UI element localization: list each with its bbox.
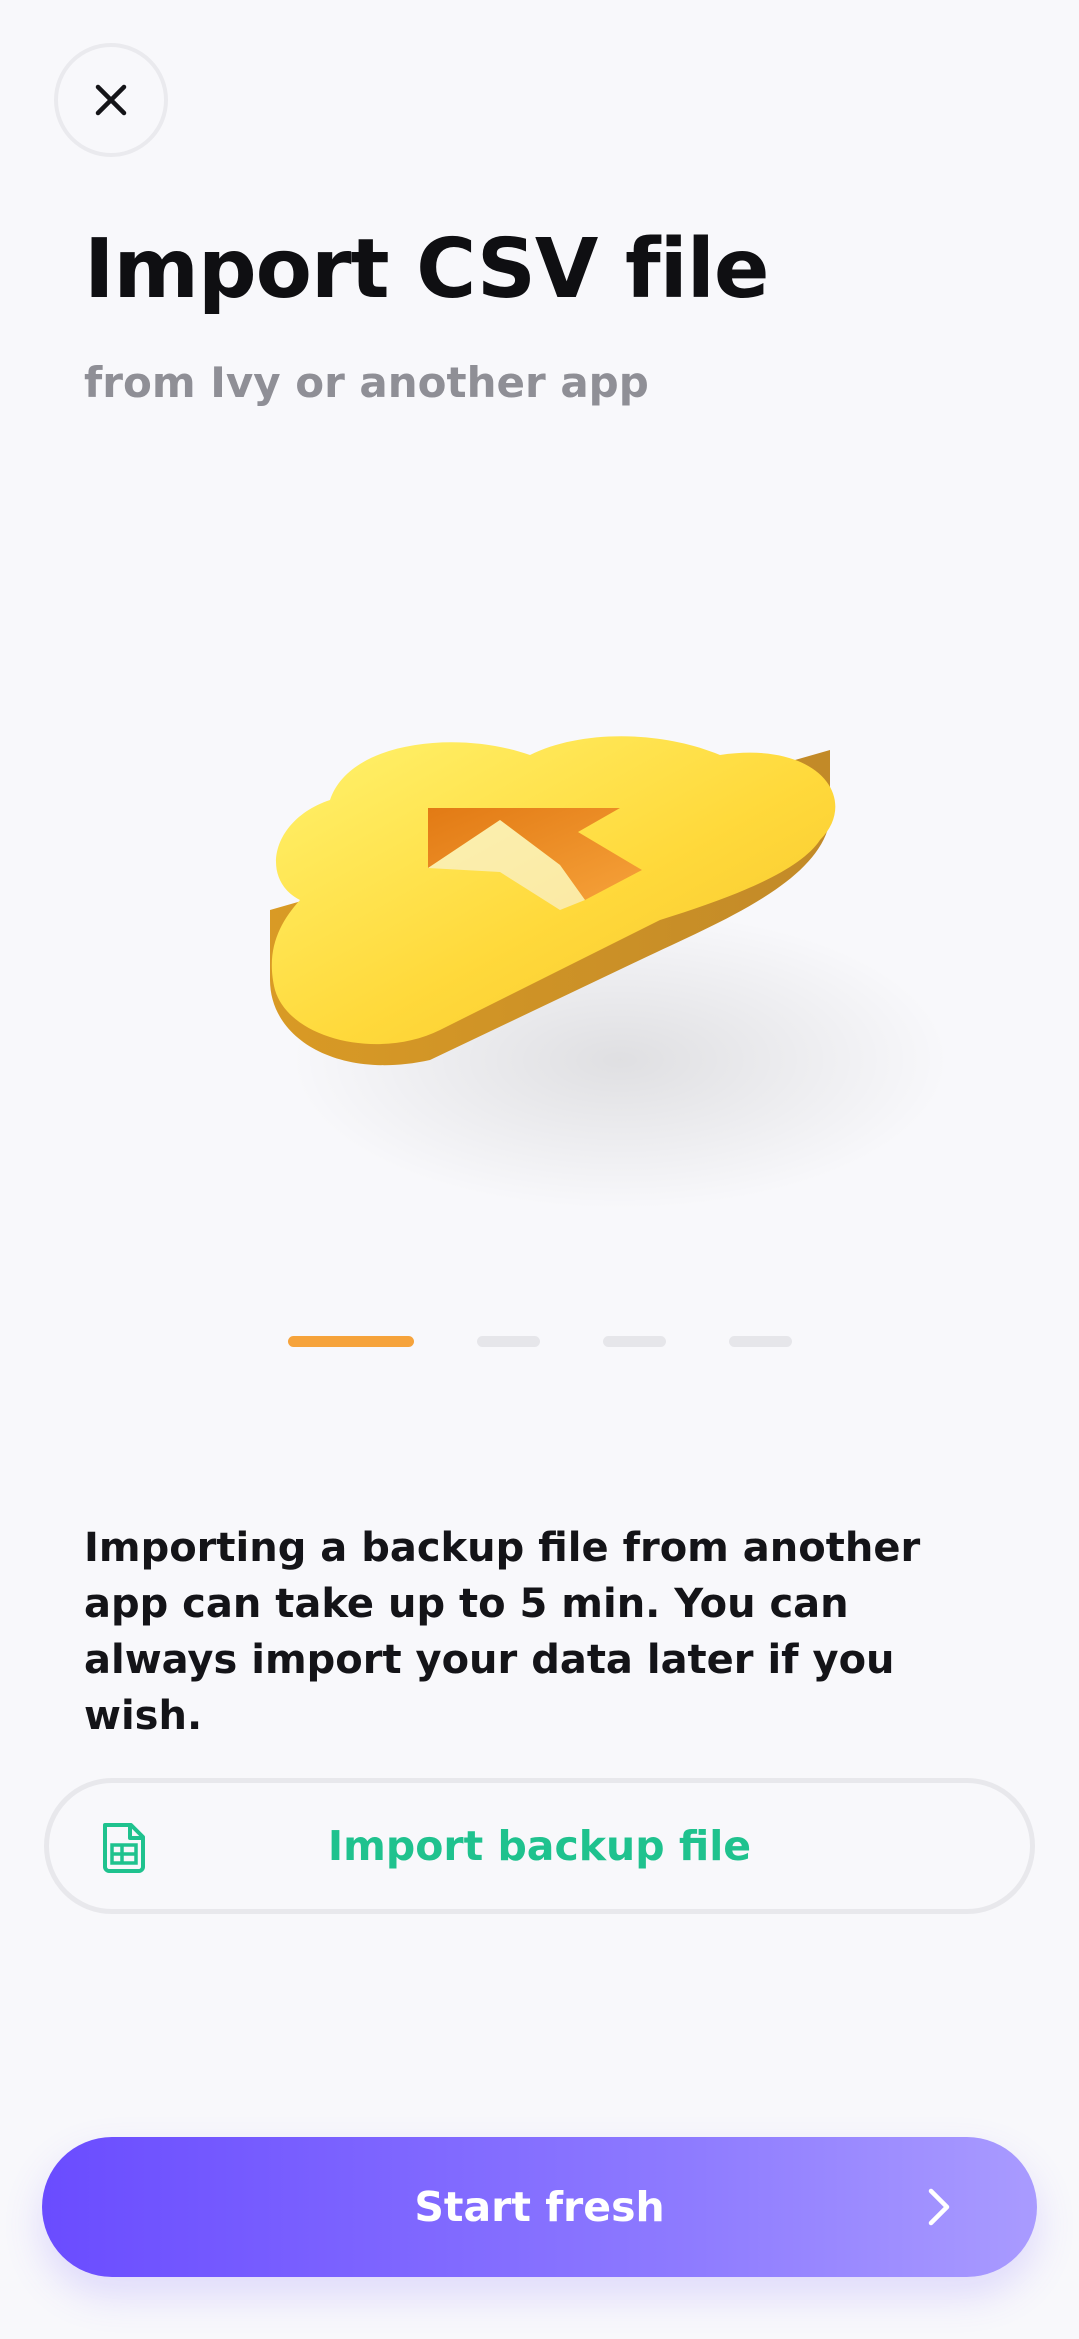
spreadsheet-file-icon (103, 1823, 145, 1873)
page-dot-4[interactable] (729, 1336, 792, 1347)
import-backup-button[interactable]: Import backup file (44, 1778, 1035, 1914)
page-title: Import CSV file (84, 222, 769, 317)
import-csv-screen: Import CSV file from Ivy or another app (0, 0, 1079, 2339)
close-button[interactable] (54, 43, 168, 157)
description-text: Importing a backup file from another app… (84, 1525, 921, 1739)
page-dot-1[interactable] (288, 1336, 414, 1347)
chevron-right-icon (928, 2188, 950, 2226)
cloud-import-icon (270, 736, 950, 1210)
page-dot-2[interactable] (477, 1336, 540, 1347)
page-subtitle: from Ivy or another app (84, 358, 649, 407)
close-icon (95, 84, 127, 116)
page-dot-3[interactable] (603, 1336, 666, 1347)
import-backup-label: Import backup file (327, 1822, 752, 1870)
page-indicator (0, 1336, 1079, 1348)
start-fresh-button[interactable]: Start fresh (42, 2137, 1037, 2277)
start-fresh-label: Start fresh (414, 2183, 665, 2231)
